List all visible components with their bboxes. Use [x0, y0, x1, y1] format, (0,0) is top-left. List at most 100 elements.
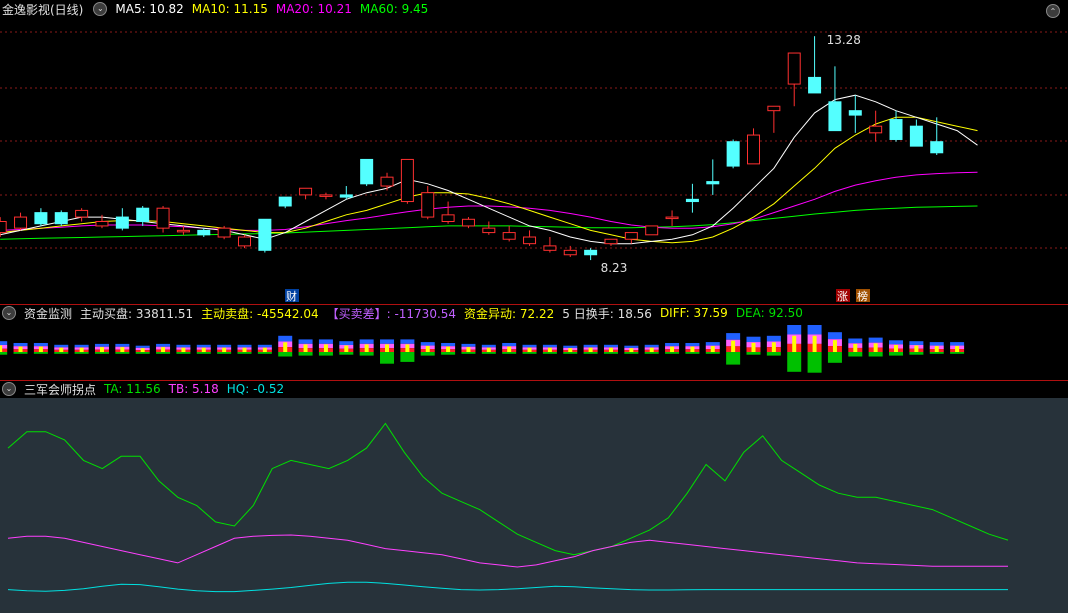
candle-body-22 — [441, 214, 455, 223]
candle-body-35 — [706, 181, 720, 185]
candle-body-39 — [787, 52, 801, 85]
candle-body-24 — [482, 227, 496, 234]
candle-body-43 — [869, 125, 883, 134]
fund-bar-green-19 — [380, 352, 395, 364]
fund-bar-green-24 — [481, 352, 496, 354]
sanjun-title: 三军会师拐点 — [24, 382, 97, 397]
fund-anomaly: 资金异动: 72.22 — [464, 306, 555, 321]
fund-settings-icon[interactable]: ⌄ — [2, 306, 16, 320]
candle-body-25 — [502, 232, 516, 240]
fund-bar-blue-32 — [644, 344, 659, 348]
candle-body-19 — [380, 176, 394, 187]
fund-bar-green-37 — [746, 352, 761, 355]
fund-bar-blue-26 — [522, 344, 537, 348]
candle-body-0 — [0, 221, 7, 234]
hq-value: HQ: -0.52 — [226, 382, 285, 396]
fund-bar-core-0 — [0, 345, 3, 352]
fund-bar-green-12 — [237, 352, 252, 354]
fund-bar-core-26 — [527, 347, 532, 352]
fund-bar-blue-2 — [33, 343, 48, 347]
marker-bang[interactable]: 榜 — [856, 289, 870, 303]
tb-value: TB: 5.18 — [168, 382, 219, 396]
fund-bar-core-32 — [649, 347, 654, 352]
fund-bar-core-42 — [853, 343, 858, 352]
fund-bar-core-43 — [873, 343, 878, 352]
fund-bar-core-27 — [547, 347, 552, 352]
fund-bar-blue-14 — [278, 335, 293, 342]
fund-bar-core-47 — [955, 346, 960, 352]
fund-bar-core-29 — [588, 347, 593, 352]
fund-panel-header: ⌄ 资金监测 主动买盘: 33811.51 主动卖盘: -45542.04 【买… — [0, 304, 811, 322]
fund-bar-green-34 — [685, 352, 700, 354]
turnover-5d: 5 日换手: 18.56 — [562, 306, 652, 321]
fund-bar-green-6 — [115, 352, 130, 354]
marker-zhang-text: 涨 — [837, 290, 848, 303]
fund-bar-blue-22 — [441, 343, 456, 347]
fund-bar-blue-27 — [542, 344, 557, 348]
candle-body-44 — [889, 119, 903, 140]
fund-bar-green-42 — [848, 352, 863, 357]
fund-bar-blue-3 — [54, 344, 69, 348]
sanjun-settings-icon[interactable]: ⌄ — [2, 382, 16, 396]
fund-bar-core-22 — [446, 346, 451, 352]
fund-bar-blue-10 — [196, 344, 211, 348]
candle-body-5 — [95, 221, 109, 227]
candle-body-34 — [685, 198, 699, 203]
fund-bar-core-19 — [385, 344, 390, 352]
fund-bar-green-3 — [54, 352, 69, 354]
fund-bar-blue-9 — [176, 344, 191, 348]
fund-bar-blue-30 — [603, 344, 618, 348]
marker-zhang[interactable]: 涨 — [836, 289, 850, 303]
fund-bar-blue-45 — [909, 341, 924, 345]
fund-bar-green-33 — [665, 352, 680, 354]
marker-cai-text: 财 — [286, 289, 297, 303]
high-price-label: 13.28 — [827, 33, 861, 47]
fund-bar-blue-16 — [318, 339, 333, 344]
fund-bar-core-18 — [364, 344, 369, 352]
fund-bar-core-10 — [201, 347, 206, 352]
fund-bar-core-4 — [79, 347, 84, 352]
fund-bar-green-39 — [787, 352, 802, 372]
fund-bar-green-45 — [909, 352, 924, 355]
candle-body-7 — [136, 207, 150, 222]
fund-bar-green-23 — [461, 352, 476, 354]
fund-bar-green-18 — [359, 352, 374, 356]
marker-cai[interactable]: 财 — [285, 289, 299, 303]
candle-body-26 — [523, 236, 537, 245]
candle-body-40 — [808, 76, 822, 94]
diff-value: DIFF: 37.59 — [659, 306, 728, 320]
candle-body-45 — [909, 125, 923, 147]
fund-bar-core-15 — [303, 344, 308, 352]
fund-bar-core-30 — [608, 347, 613, 352]
candle-body-9 — [176, 229, 190, 233]
fund-bar-green-25 — [502, 352, 517, 354]
fund-bar-blue-28 — [563, 345, 578, 348]
fund-bar-blue-15 — [298, 339, 313, 344]
fund-bar-core-40 — [812, 335, 817, 352]
fund-bar-blue-7 — [135, 345, 150, 348]
candle-body-29 — [584, 249, 598, 256]
fund-title: 资金监测 — [24, 306, 73, 321]
fund-bar-green-28 — [563, 352, 578, 354]
fund-bar-core-25 — [507, 346, 512, 352]
fund-bar-green-4 — [74, 352, 89, 354]
sanjun-line-chart — [0, 398, 1068, 613]
fund-bar-core-12 — [242, 347, 247, 352]
fund-bar-core-33 — [670, 346, 675, 352]
fund-bar-blue-35 — [705, 342, 720, 346]
fund-bar-green-32 — [644, 352, 659, 354]
candle-body-31 — [624, 232, 638, 240]
candle-body-6 — [115, 216, 129, 229]
fund-bar-core-38 — [771, 342, 776, 352]
candle-body-10 — [197, 229, 211, 236]
candle-body-42 — [848, 110, 862, 116]
fund-bar-green-2 — [33, 352, 48, 354]
fund-bar-green-38 — [766, 352, 781, 356]
fund-bar-blue-21 — [420, 342, 435, 346]
candle-body-23 — [461, 218, 475, 227]
fund-bar-green-41 — [827, 352, 842, 363]
fund-bar-green-40 — [807, 352, 822, 373]
candle-body-12 — [238, 236, 251, 247]
fund-bar-green-1 — [13, 352, 28, 354]
fund-bar-blue-20 — [400, 339, 415, 344]
